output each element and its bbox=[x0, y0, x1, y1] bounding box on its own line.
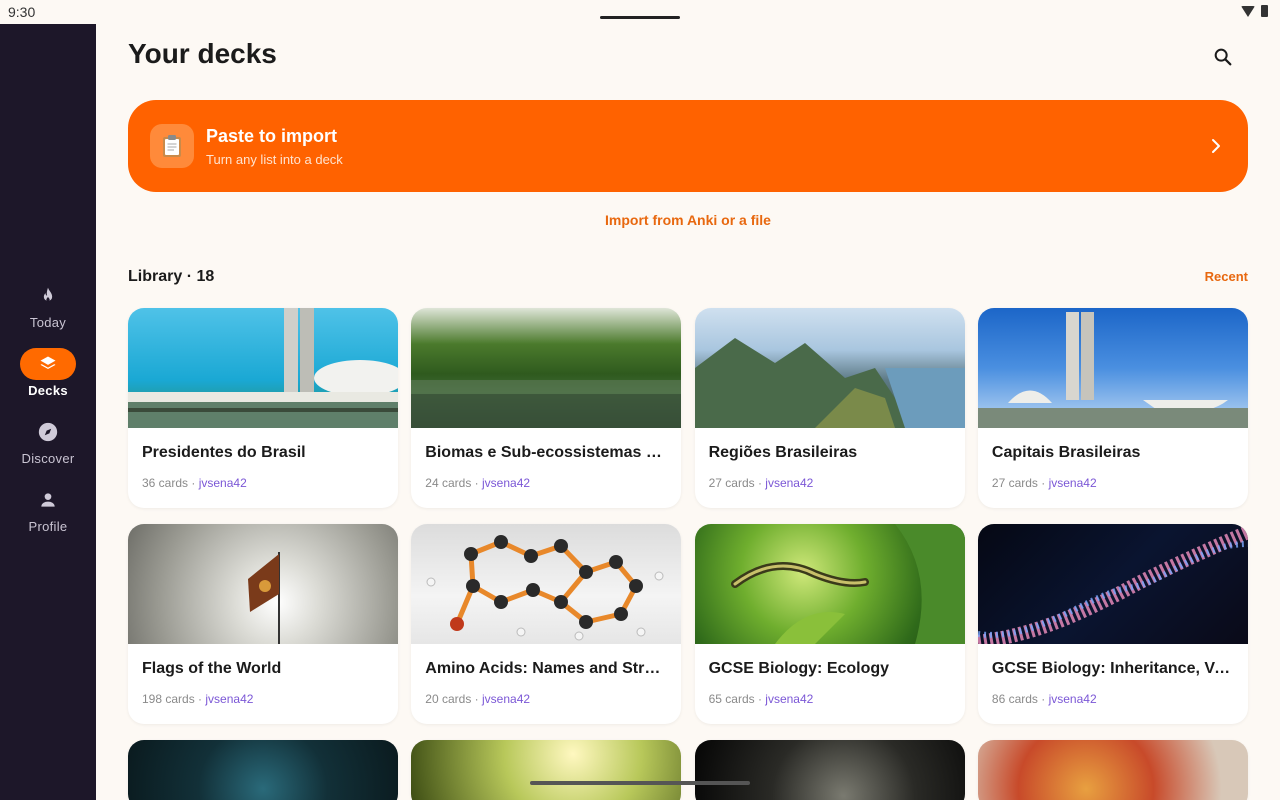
nav-item-decks[interactable]: Decks bbox=[0, 346, 96, 414]
deck-author[interactable]: jvsena42 bbox=[1049, 692, 1097, 706]
deck-card[interactable]: Biomas e Sub-ecossistemas Brasileiros 24… bbox=[411, 308, 682, 508]
nav-label-profile: Profile bbox=[28, 519, 68, 534]
nav-item-discover[interactable]: Discover bbox=[0, 414, 96, 482]
bottom-gesture-bar bbox=[530, 781, 750, 785]
deck-card-count: 20 cards bbox=[425, 692, 472, 706]
deck-card-count: 27 cards bbox=[991, 476, 1038, 490]
status-time: 9:30 bbox=[8, 4, 36, 20]
compass-icon bbox=[20, 416, 76, 448]
deck-meta: 36 cards · jvsena42 bbox=[142, 476, 384, 490]
deck-title: Biomas e Sub-ecossistemas Brasileiros bbox=[425, 444, 667, 461]
deck-author[interactable]: jvsena42 bbox=[765, 476, 813, 490]
deck-meta: 27 cards · jvsena42 bbox=[992, 476, 1234, 490]
deck-card[interactable] bbox=[977, 740, 1248, 800]
meta-separator: · bbox=[194, 692, 206, 706]
meta-separator: · bbox=[754, 692, 766, 706]
wifi-icon bbox=[1241, 5, 1255, 17]
deck-title: Flags of the World bbox=[142, 660, 282, 677]
deck-cover-image bbox=[128, 740, 398, 800]
library-heading: Library · 18 bbox=[128, 268, 215, 285]
status-icons bbox=[1241, 5, 1268, 17]
deck-author[interactable]: jvsena42 bbox=[482, 692, 530, 706]
deck-cover-image bbox=[977, 524, 1248, 644]
nav-item-today[interactable]: Today bbox=[0, 278, 96, 346]
deck-card-count: 24 cards bbox=[425, 476, 472, 490]
meta-separator: · bbox=[1037, 476, 1049, 490]
deck-meta: 65 cards · jvsena42 bbox=[709, 692, 951, 706]
page-title: Your decks bbox=[128, 38, 277, 69]
clipboard-icon bbox=[150, 124, 194, 168]
deck-author[interactable]: jvsena42 bbox=[482, 476, 530, 490]
deck-cover-image bbox=[977, 740, 1248, 800]
deck-card[interactable]: Regiões Brasileiras 27 cards · jvsena42 bbox=[694, 308, 965, 508]
deck-card[interactable]: Flags of the World 198 cards · jvsena42 bbox=[128, 524, 398, 724]
deck-card-count: 65 cards bbox=[708, 692, 755, 706]
deck-card-count: 198 cards bbox=[142, 692, 195, 706]
deck-title: Amino Acids: Names and Structures bbox=[425, 660, 667, 677]
deck-meta: 27 cards · jvsena42 bbox=[709, 476, 951, 490]
deck-cover-image bbox=[411, 308, 682, 428]
search-icon bbox=[1214, 48, 1232, 66]
battery-icon bbox=[1261, 5, 1268, 17]
deck-card[interactable]: Capitais Brasileiras 27 cards · jvsena42 bbox=[977, 308, 1248, 508]
nav-label-discover: Discover bbox=[21, 451, 75, 466]
main-content: Your decks Paste to import Turn any list… bbox=[96, 0, 1280, 800]
chevron-right-icon bbox=[1212, 139, 1220, 153]
deck-title: GCSE Biology: Inheritance, Variation and… bbox=[991, 660, 1234, 677]
nav-label-decks: Decks bbox=[28, 383, 68, 398]
flame-icon bbox=[20, 280, 76, 312]
search-button[interactable] bbox=[1208, 42, 1238, 72]
banner-title: Paste to import bbox=[206, 125, 338, 146]
person-icon bbox=[20, 484, 76, 516]
deck-title: Presidentes do Brasil bbox=[142, 444, 306, 461]
deck-card[interactable] bbox=[128, 740, 398, 800]
deck-cover-image bbox=[977, 308, 1248, 428]
deck-cover-image bbox=[694, 308, 965, 428]
deck-author[interactable]: jvsena42 bbox=[765, 692, 813, 706]
paste-to-import-banner[interactable]: Paste to import Turn any list into a dec… bbox=[128, 100, 1248, 192]
deck-card[interactable] bbox=[411, 740, 682, 800]
deck-card[interactable] bbox=[694, 740, 965, 800]
deck-cover-image bbox=[411, 740, 682, 800]
deck-card-count: 86 cards bbox=[991, 692, 1038, 706]
deck-title: Regiões Brasileiras bbox=[708, 444, 858, 461]
deck-card[interactable]: GCSE Biology: Inheritance, Variation and… bbox=[977, 524, 1248, 724]
deck-card-count: 27 cards bbox=[708, 476, 755, 490]
meta-separator: · bbox=[1037, 692, 1049, 706]
deck-card[interactable]: Presidentes do Brasil 36 cards · jvsena4… bbox=[128, 308, 398, 508]
deck-title: Capitais Brasileiras bbox=[991, 444, 1141, 461]
deck-cover-image bbox=[128, 308, 398, 428]
navigation-rail: Today Decks Discover Profile bbox=[0, 24, 96, 800]
deck-author[interactable]: jvsena42 bbox=[1049, 476, 1097, 490]
meta-separator: · bbox=[754, 476, 766, 490]
deck-cover-image bbox=[128, 524, 398, 644]
sort-recent-button[interactable]: Recent bbox=[1205, 269, 1248, 284]
nav-item-profile[interactable]: Profile bbox=[0, 482, 96, 550]
deck-meta: 198 cards · jvsena42 bbox=[142, 692, 384, 706]
import-from-anki-link[interactable]: Import from Anki or a file bbox=[96, 212, 1280, 228]
deck-cover-image bbox=[694, 524, 965, 644]
banner-subtitle: Turn any list into a deck bbox=[206, 151, 343, 167]
meta-separator: · bbox=[471, 692, 482, 706]
meta-separator: · bbox=[471, 476, 482, 490]
nav-label-today: Today bbox=[29, 315, 67, 330]
deck-meta: 20 cards · jvsena42 bbox=[425, 692, 667, 706]
layers-icon bbox=[20, 348, 76, 380]
deck-card-count: 36 cards bbox=[142, 476, 189, 490]
deck-cover-image bbox=[411, 524, 682, 644]
deck-author[interactable]: jvsena42 bbox=[199, 476, 247, 490]
deck-card[interactable]: GCSE Biology: Ecology 65 cards · jvsena4… bbox=[694, 524, 965, 724]
deck-title: GCSE Biology: Ecology bbox=[708, 660, 890, 677]
deck-meta: 86 cards · jvsena42 bbox=[992, 692, 1234, 706]
deck-author[interactable]: jvsena42 bbox=[205, 692, 253, 706]
deck-meta: 24 cards · jvsena42 bbox=[425, 476, 667, 490]
meta-separator: · bbox=[188, 476, 199, 490]
deck-grid: Presidentes do Brasil 36 cards · jvsena4… bbox=[128, 308, 1248, 800]
deck-card[interactable]: Amino Acids: Names and Structures 20 car… bbox=[411, 524, 682, 724]
deck-cover-image bbox=[694, 740, 965, 800]
